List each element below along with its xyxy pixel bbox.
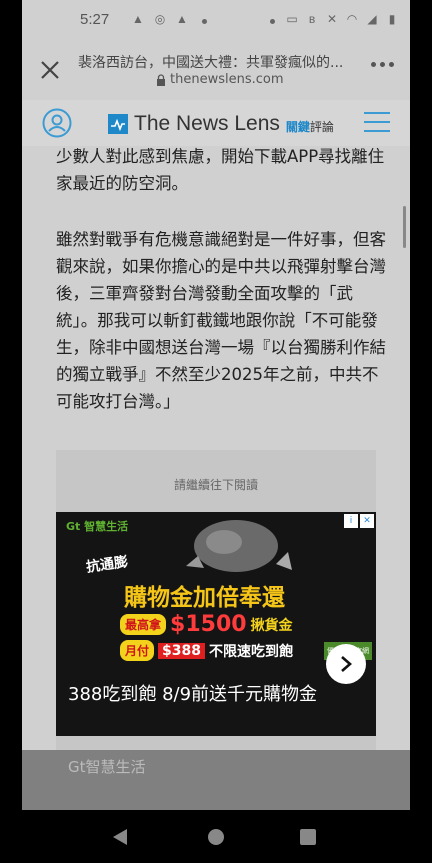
- ad-price-pill: 最高拿: [120, 614, 167, 635]
- ad-footer: Gt智慧生活: [22, 750, 410, 810]
- page-url: thenewslens.com: [170, 72, 284, 87]
- dot-icon: [266, 12, 278, 26]
- nfc-icon: ▭: [286, 12, 298, 26]
- page-url-row: thenewslens.com: [156, 72, 284, 87]
- fist-graphic-icon: [186, 520, 292, 572]
- ad-go-button[interactable]: [326, 644, 366, 684]
- ad-container: 請繼續往下閱讀 Gt 智慧生活 i ✕ 抗通膨 購物金加倍奉還 最高拿 $150: [56, 450, 376, 750]
- vpn-icon: ◎: [154, 12, 166, 26]
- ad-price-label: 揪貨金: [250, 617, 293, 634]
- lock-icon: [157, 73, 165, 86]
- system-icons: ▭ ʙ ✕ ◠ ◢ ▮: [266, 12, 398, 26]
- logo-subtitle: 關鍵評論: [285, 119, 334, 134]
- scrollbar-thumb[interactable]: [403, 206, 406, 248]
- hamburger-menu-icon[interactable]: [364, 112, 390, 132]
- ad-choices[interactable]: i ✕: [344, 514, 374, 528]
- bluetooth-icon: ʙ: [308, 12, 316, 26]
- android-icon: ▲: [132, 12, 144, 26]
- custom-tab-toolbar: 裴洛西訪台，中國送大禮：共軍發瘋似的... thenewslens.com: [22, 42, 410, 100]
- ad-advertiser-name[interactable]: Gt智慧生活: [68, 756, 146, 777]
- ad-price: $1500: [170, 612, 247, 637]
- mute-icon: ✕: [326, 12, 338, 26]
- ad-close-icon[interactable]: ✕: [360, 514, 374, 528]
- signal-icon: ◢: [367, 12, 377, 26]
- recent-apps-icon[interactable]: [300, 829, 316, 845]
- battery-icon: ▮: [388, 12, 396, 26]
- ad-sub-label: 不限速吃到飽: [208, 643, 293, 660]
- ad-main-text: 購物金加倍奉還: [124, 585, 285, 611]
- ad-headline: 抗通膨: [85, 554, 130, 576]
- status-bar: 5:27 ▲ ◎ ▲ ▭ ʙ ✕ ◠ ◢ ▮: [22, 0, 410, 42]
- article-content[interactable]: 少數人對此感到焦慮，開始下載APP尋找離住家最近的防空洞。 雖然對戰爭有危機意識…: [22, 146, 410, 750]
- article-paragraph: 雖然對戰爭有危機意識絕對是一件好事，但客觀來說，如果你擔心的是中共以飛彈射擊台灣…: [56, 230, 386, 411]
- home-icon[interactable]: [208, 829, 224, 845]
- android-icon: ▲: [176, 12, 188, 26]
- navigation-bar: [0, 810, 432, 863]
- site-logo[interactable]: The News Lens 關鍵評論: [108, 112, 334, 136]
- chevron-right-icon: [341, 656, 352, 672]
- close-icon[interactable]: [38, 58, 62, 82]
- more-options-icon[interactable]: [371, 62, 394, 67]
- ad-brand-logo: Gt 智慧生活: [66, 520, 129, 533]
- notification-icons: ▲ ◎ ▲: [132, 12, 210, 26]
- logo-mark-icon: [108, 114, 128, 134]
- wifi-icon: ◠: [346, 12, 358, 26]
- logo-text: The News Lens: [134, 112, 280, 135]
- ad-price-row: 最高拿 $1500 揪貨金: [120, 612, 293, 637]
- ad-sub-price: $388: [158, 642, 205, 659]
- continue-reading-label: 請繼續往下閱讀: [173, 478, 258, 492]
- ad-caption[interactable]: 388吃到飽 8/9前送千元購物金: [68, 682, 318, 708]
- article-paragraph: 少數人對此感到焦慮，開始下載APP尋找離住家最近的防空洞。: [56, 147, 385, 193]
- page-title: 裴洛西訪台，中國送大禮：共軍發瘋似的...: [78, 55, 344, 71]
- site-header: The News Lens 關鍵評論: [22, 100, 410, 146]
- back-icon[interactable]: [112, 828, 128, 846]
- ad-info-icon[interactable]: i: [344, 514, 358, 528]
- ad-sub-row: 月付 $388 不限速吃到飽: [120, 640, 293, 661]
- phone-screen: 5:27 ▲ ◎ ▲ ▭ ʙ ✕ ◠ ◢ ▮ 裴洛西訪台，中國送大禮：共軍發瘋似…: [0, 0, 432, 863]
- status-time: 5:27: [80, 11, 110, 28]
- ad-sub-pill: 月付: [120, 640, 155, 661]
- more-notifications-icon: [198, 12, 210, 26]
- user-account-icon[interactable]: [42, 108, 72, 138]
